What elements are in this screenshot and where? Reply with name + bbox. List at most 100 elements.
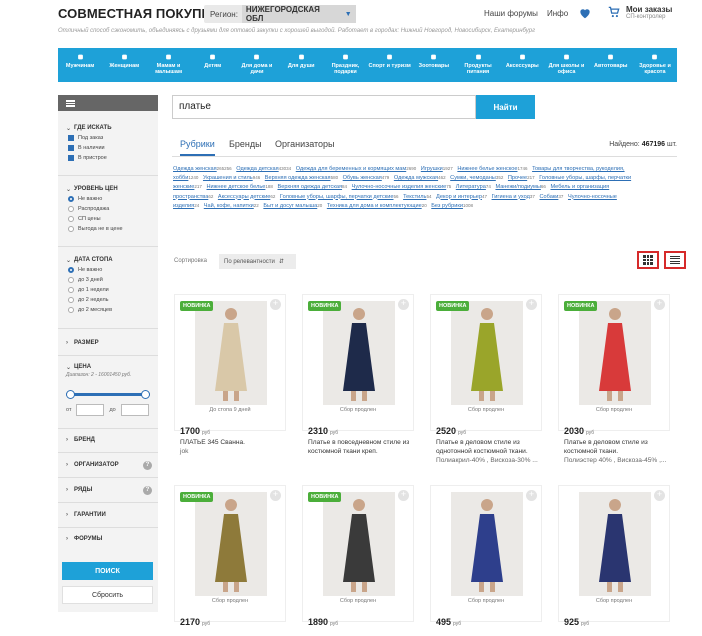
- radio[interactable]: [68, 216, 74, 222]
- stop-date-option[interactable]: до 3 дней: [58, 275, 158, 285]
- category-7[interactable]: Праздник, подарки: [323, 48, 367, 82]
- radio[interactable]: [68, 277, 74, 283]
- filter-guarantees-header[interactable]: › ГАРАНТИИ: [58, 510, 158, 520]
- rubric-link[interactable]: Верхняя одежда женская: [265, 175, 331, 181]
- where-option[interactable]: В наличии: [58, 143, 158, 153]
- product-card[interactable]: НОВИНКА Сбор продлен: [430, 294, 542, 431]
- add-favorite-icon[interactable]: [398, 298, 409, 310]
- filter-where-header[interactable]: ⌄ ГДЕ ИСКАТЬ: [58, 123, 158, 133]
- rubric-link[interactable]: Быт и досуг малыша: [263, 203, 317, 209]
- rubric-link[interactable]: Нижнее белье женское: [457, 166, 517, 172]
- rubric-link[interactable]: Чулочно-носочные изделия женские: [352, 184, 447, 190]
- rubric-link[interactable]: Чай, кофе, напитки: [204, 203, 254, 209]
- rubric-link[interactable]: Верхняя одежда детская: [277, 184, 342, 190]
- product-card[interactable]: НОВИНКА Сбор продлен: [302, 294, 414, 431]
- my-orders-link[interactable]: Мои заказы: [626, 5, 672, 14]
- filter-price-header[interactable]: ⌄ ЦЕНА: [58, 362, 158, 372]
- filter-brand-header[interactable]: › БРЕНД: [58, 435, 158, 445]
- rubric-link[interactable]: Обувь женская: [343, 175, 382, 181]
- radio[interactable]: [68, 287, 74, 293]
- radio[interactable]: [68, 297, 74, 303]
- rubric-link[interactable]: Манежи/подиумы: [495, 184, 540, 190]
- filter-search-button[interactable]: ПОИСК: [62, 562, 153, 580]
- product-card[interactable]: Сбор продлен: [430, 485, 542, 622]
- rubric-link[interactable]: Техника для дома и комплектующие: [327, 203, 422, 209]
- product-image[interactable]: [579, 301, 651, 405]
- product-description[interactable]: ПЛАТЬЕ 345 Сванна. jok: [180, 438, 295, 456]
- radio[interactable]: [68, 307, 74, 313]
- radio[interactable]: [68, 196, 74, 202]
- stop-date-option[interactable]: Не важно: [58, 265, 158, 275]
- product-title[interactable]: ПЛАТЬЕ 345 Сванна.: [180, 438, 295, 447]
- price-level-option[interactable]: Распродажа: [58, 204, 158, 214]
- add-favorite-icon[interactable]: [654, 298, 665, 310]
- checkbox[interactable]: [68, 145, 74, 151]
- tab-organizers[interactable]: Организаторы: [275, 139, 335, 149]
- rubric-link[interactable]: Прочее: [508, 175, 527, 181]
- product-image[interactable]: [323, 301, 395, 405]
- filter-forums-header[interactable]: › ФОРУМЫ: [58, 534, 158, 544]
- stop-date-option[interactable]: до 1 недели: [58, 285, 158, 295]
- rubric-link[interactable]: Собаки: [539, 194, 558, 200]
- product-card[interactable]: Сбор продлен: [558, 485, 670, 622]
- product-card[interactable]: НОВИНКА До стопа 9 дней: [174, 294, 286, 431]
- forums-link[interactable]: Наши форумы: [484, 9, 538, 18]
- rubric-link[interactable]: Игрушки: [421, 166, 443, 172]
- radio[interactable]: [68, 226, 74, 232]
- add-favorite-icon[interactable]: [654, 489, 665, 501]
- product-card[interactable]: НОВИНКА Сбор продлен: [558, 294, 670, 431]
- region-value[interactable]: НИЖЕГОРОДСКАЯ ОБЛ: [241, 5, 341, 23]
- cart-icon[interactable]: [607, 5, 621, 19]
- add-favorite-icon[interactable]: [526, 298, 537, 310]
- sidebar-toggle[interactable]: [58, 95, 158, 111]
- rubric-link[interactable]: Литература: [456, 184, 486, 190]
- add-favorite-icon[interactable]: [270, 489, 281, 501]
- heart-icon[interactable]: [578, 6, 592, 20]
- price-level-option[interactable]: Выгода не в цене: [58, 224, 158, 234]
- site-logo[interactable]: СОВМЕСТНАЯ ПОКУПКА: [58, 6, 219, 21]
- price-level-option[interactable]: СП цены: [58, 214, 158, 224]
- product-title[interactable]: Платье в деловом стиле из костюмной ткан…: [564, 438, 679, 456]
- filter-stop-date-header[interactable]: ⌄ ДАТА СТОПА: [58, 255, 158, 265]
- rubric-link[interactable]: Текстиль: [403, 194, 426, 200]
- price-from-input[interactable]: [76, 404, 105, 416]
- grid-view-button[interactable]: [637, 251, 659, 269]
- product-title[interactable]: Платье в повседневном стиле из костюмной…: [308, 438, 423, 456]
- rubric-link[interactable]: Головные уборы, шарфы, перчатки детские: [280, 194, 394, 200]
- stop-date-option[interactable]: до 2 недель: [58, 295, 158, 305]
- category-14[interactable]: Здоровье и красота: [633, 48, 677, 82]
- radio[interactable]: [68, 267, 74, 273]
- search-input[interactable]: платье: [172, 95, 476, 119]
- product-card[interactable]: НОВИНКА Сбор продлен: [174, 485, 286, 622]
- product-image[interactable]: [579, 492, 651, 596]
- rubric-link[interactable]: Одежда детская: [236, 166, 278, 172]
- rubric-link[interactable]: Аксессуары детские: [218, 194, 270, 200]
- filter-organizer-header[interactable]: › ОРГАНИЗАТОР?: [58, 460, 158, 470]
- product-title[interactable]: Платье в деловом стиле из однотонной кос…: [436, 438, 551, 456]
- rubric-link[interactable]: Украшения и стиль: [203, 175, 253, 181]
- radio[interactable]: [68, 206, 74, 212]
- rubric-link[interactable]: Нижнее детское белье: [207, 184, 266, 190]
- rubric-link[interactable]: Сумки, чемоданы: [450, 175, 496, 181]
- product-image[interactable]: [195, 301, 267, 405]
- filter-price-level-header[interactable]: ⌄ УРОВЕНЬ ЦЕН: [58, 184, 158, 194]
- chevron-down-icon[interactable]: ▼: [340, 5, 356, 23]
- product-image[interactable]: [451, 301, 523, 405]
- stop-date-option[interactable]: до 2 месяцев: [58, 305, 158, 315]
- product-image[interactable]: [451, 492, 523, 596]
- rubric-link[interactable]: Декор и интерьер: [436, 194, 482, 200]
- price-slider[interactable]: [66, 390, 150, 399]
- filter-rows-header[interactable]: › РЯДЫ?: [58, 485, 158, 495]
- category-5[interactable]: Для дома и дачи: [235, 48, 279, 82]
- category-1[interactable]: Мужчинам: [58, 48, 102, 82]
- where-option[interactable]: Под заказ: [58, 133, 158, 143]
- category-8[interactable]: Спорт и туризм: [368, 48, 412, 82]
- rubric-link[interactable]: Одежда для беременных и кормящих мам: [296, 166, 406, 172]
- product-image[interactable]: [195, 492, 267, 596]
- search-button[interactable]: Найти: [476, 95, 535, 119]
- help-icon[interactable]: ?: [143, 485, 152, 495]
- sort-select[interactable]: По релевантности ⇵: [219, 254, 296, 269]
- price-to-input[interactable]: [120, 404, 149, 416]
- help-icon[interactable]: ?: [143, 460, 152, 470]
- checkbox[interactable]: [68, 135, 74, 141]
